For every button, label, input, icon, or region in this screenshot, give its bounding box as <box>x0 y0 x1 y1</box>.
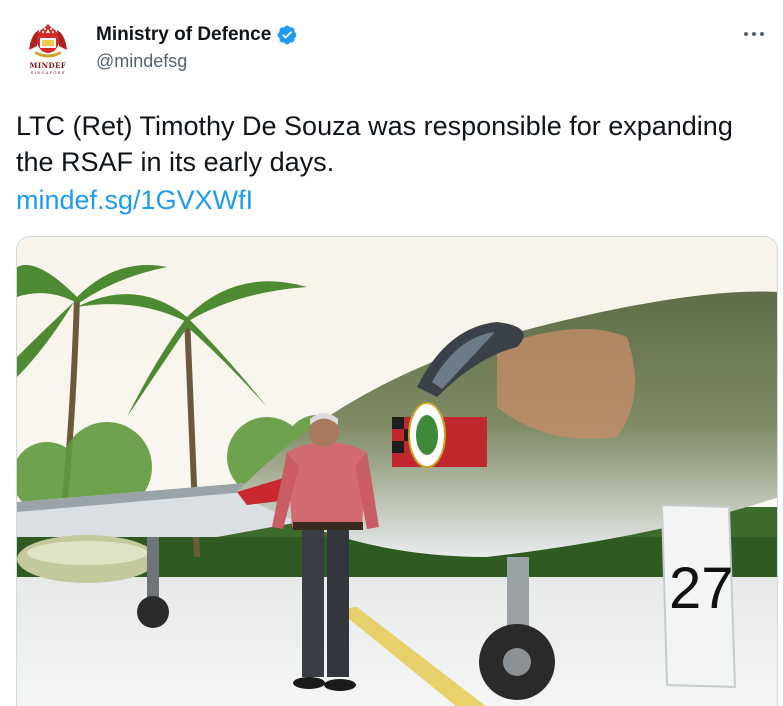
author-handle[interactable]: @mindefsg <box>96 51 298 72</box>
tweet-link[interactable]: mindef.sg/1GVXWfI <box>16 182 253 218</box>
more-options-button[interactable] <box>739 22 769 46</box>
tweet-header: MINDEF SINGAPORE Ministry of Defence @mi… <box>0 0 783 90</box>
tweet-photo[interactable]: 27 <box>16 236 778 706</box>
more-horizontal-icon <box>744 32 764 36</box>
avatar-logo-subtext: SINGAPORE <box>30 70 66 75</box>
author-display-name: Ministry of Defence <box>96 24 272 45</box>
author-block: Ministry of Defence @mindefsg <box>96 24 298 72</box>
mindef-crest-icon <box>29 24 67 58</box>
tweet-body: LTC (Ret) Timothy De Souza was responsib… <box>16 111 733 177</box>
avatar-logo-text: MINDEF <box>29 61 67 70</box>
avatar[interactable]: MINDEF SINGAPORE <box>20 20 76 76</box>
author-name-link[interactable]: Ministry of Defence <box>96 24 298 46</box>
tweet-text: LTC (Ret) Timothy De Souza was responsib… <box>16 108 756 218</box>
aircraft-number: 27 <box>669 556 734 621</box>
verified-badge-icon <box>277 25 297 45</box>
photo-aircraft-scene <box>17 237 777 706</box>
